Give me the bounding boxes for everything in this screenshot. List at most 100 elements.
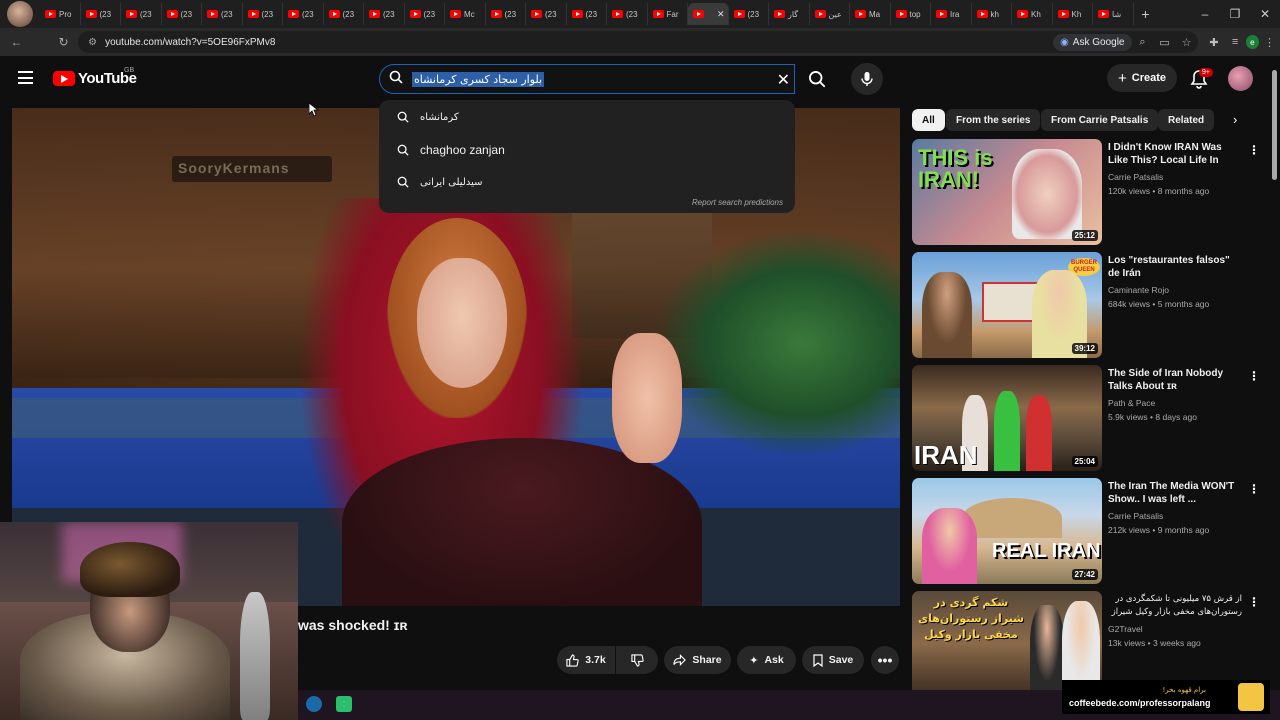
browser-tab[interactable]: Kh [1012, 3, 1053, 25]
chevron-right-icon[interactable]: › [1233, 112, 1237, 127]
site-info-icon[interactable]: ⚙ [88, 37, 97, 48]
floral-dress [342, 438, 702, 606]
browser-tab[interactable]: Pro [40, 3, 81, 25]
browser-tab[interactable]: ✕ [688, 3, 729, 25]
browser-tab[interactable]: Ma [850, 3, 891, 25]
related-video[interactable]: IRAN 25:04 The Side of Iran Nobody Talks… [912, 365, 1266, 471]
reload-icon[interactable]: ↻ [53, 35, 74, 49]
more-vertical-icon[interactable]: ⋮ [1248, 595, 1260, 609]
create-button[interactable]: + Create [1107, 64, 1177, 92]
hamburger-menu-icon[interactable] [18, 71, 33, 84]
search-button[interactable] [800, 64, 834, 94]
suggestion-item[interactable]: سیدلیلی ایرانی [379, 167, 795, 197]
close-window-button[interactable]: ✕ [1250, 7, 1280, 21]
bookmark-star-icon[interactable]: ☆ [1176, 36, 1198, 49]
browser-tab[interactable]: (23 [364, 3, 405, 25]
tab-label: Kh [1071, 9, 1082, 19]
browser-tab[interactable]: (23 [486, 3, 526, 25]
browser-tab[interactable]: (23 [162, 3, 202, 25]
raised-hand [612, 333, 682, 463]
browser-tab[interactable]: (23 [607, 3, 648, 25]
search-input[interactable]: بلوار سجاد کسری کرمانشاه [412, 71, 545, 87]
browser-tab[interactable]: Mc [445, 3, 486, 25]
browser-tab[interactable]: (23 [202, 3, 243, 25]
browser-tab[interactable]: (23 [405, 3, 445, 25]
tab-label: (23 [140, 9, 152, 19]
browser-tab[interactable]: (23 [121, 3, 162, 25]
minimize-button[interactable]: – [1190, 7, 1220, 21]
app-icon[interactable] [336, 696, 352, 712]
profile-button[interactable]: e [1245, 35, 1259, 49]
tab-label: عین [828, 9, 842, 19]
voice-search-button[interactable] [851, 63, 883, 95]
tab-label: گار [788, 9, 799, 19]
channel-name[interactable]: Carrie Patsalis [1108, 172, 1163, 182]
chip-related[interactable]: Related [1158, 109, 1215, 131]
browser-tab[interactable]: (23 [567, 3, 607, 25]
channel-name[interactable]: Caminante Rojo [1108, 285, 1169, 295]
new-tab-button[interactable]: + [1134, 6, 1158, 22]
more-vertical-icon[interactable]: ⋮ [1248, 143, 1260, 157]
scrollbar-thumb[interactable] [1272, 70, 1277, 180]
browser-tab[interactable]: Ira [931, 3, 972, 25]
video-thumbnail[interactable]: THIS is IRAN! 25:12 [912, 139, 1102, 245]
zoom-icon[interactable]: ⌕ [1132, 36, 1154, 49]
more-vertical-icon[interactable]: ⋮ [1248, 369, 1260, 383]
tab-label: (23 [626, 9, 638, 19]
related-video[interactable]: THIS is IRAN! 25:12 I Didn't Know IRAN W… [912, 139, 1266, 245]
like-button[interactable]: 3.7k [557, 646, 615, 674]
save-button[interactable]: Save [802, 646, 864, 674]
maximize-button[interactable]: ❐ [1220, 7, 1250, 21]
related-video[interactable]: BURGER QUEEN 39:12 Los "restaurantes fal… [912, 252, 1266, 358]
video-thumbnail[interactable]: BURGER QUEEN 39:12 [912, 252, 1102, 358]
browser-tab[interactable]: (23 [283, 3, 324, 25]
browser-tab[interactable]: Kh [1053, 3, 1093, 25]
video-thumbnail[interactable]: IRAN 25:04 [912, 365, 1102, 471]
back-button[interactable]: ← [6, 35, 27, 49]
tab-favicon-icon [45, 10, 56, 18]
extensions-icon[interactable]: ✚ [1204, 36, 1225, 49]
search-box[interactable]: بلوار سجاد کسری کرمانشاه ✕ [379, 64, 795, 94]
ask-button[interactable]: ✦ Ask [737, 646, 796, 674]
browser-tab[interactable]: Far [648, 3, 688, 25]
browser-tab[interactable]: عین [810, 3, 850, 25]
omnibox[interactable]: ⚙ youtube.com/watch?v=5OE96FxPMv8 ◉ Ask … [78, 31, 1198, 53]
url-text[interactable]: youtube.com/watch?v=5OE96FxPMv8 [105, 37, 275, 48]
ask-google-button[interactable]: ◉ Ask Google [1053, 33, 1132, 51]
browser-menu-icon[interactable]: ⋮ [1259, 36, 1280, 49]
tab-label: Kh [1031, 9, 1041, 19]
close-tab-icon[interactable]: ✕ [717, 9, 725, 20]
cast-icon[interactable]: ▭ [1154, 36, 1176, 49]
chip-from-carrie-patsalis[interactable]: From Carrie Patsalis [1041, 109, 1159, 131]
channel-name[interactable]: Carrie Patsalis [1108, 511, 1163, 521]
report-predictions-link[interactable]: Report search predictions [692, 198, 783, 207]
suggestion-item[interactable]: کرمانشاه [379, 102, 795, 132]
suggestion-item[interactable]: chaghoo zanjan [379, 135, 795, 165]
browser-tab[interactable]: (23 [243, 3, 283, 25]
related-video[interactable]: REAL IRAN 27:42 The Iran The Media WON'T… [912, 478, 1266, 584]
channel-name[interactable]: Path & Pace [1108, 398, 1155, 408]
browser-tab[interactable]: kh [972, 3, 1012, 25]
dislike-button[interactable] [616, 646, 658, 674]
more-actions-button[interactable]: ••• [871, 646, 899, 674]
browser-tab[interactable]: (23 [526, 3, 567, 25]
clear-search-icon[interactable]: ✕ [777, 70, 790, 90]
share-button[interactable]: Share [664, 646, 731, 674]
browser-tab[interactable]: (23 [324, 3, 364, 25]
chip-all[interactable]: All [912, 109, 945, 131]
profile-avatar[interactable] [0, 0, 40, 28]
browser-tab[interactable]: شا [1093, 3, 1134, 25]
account-avatar[interactable] [1228, 66, 1253, 91]
browser-tab[interactable]: گار [769, 3, 810, 25]
browser-tab[interactable]: (23 [81, 3, 121, 25]
create-label: Create [1131, 72, 1166, 84]
video-thumbnail[interactable]: REAL IRAN 27:42 [912, 478, 1102, 584]
steam-icon[interactable] [306, 696, 322, 712]
chip-from-the-series[interactable]: From the series [946, 109, 1041, 131]
reading-list-icon[interactable]: ≡ [1225, 36, 1246, 48]
more-vertical-icon[interactable]: ⋮ [1248, 482, 1260, 496]
search-icon [397, 111, 409, 123]
channel-name[interactable]: G2Travel [1108, 624, 1143, 634]
browser-tab[interactable]: (23 [729, 3, 769, 25]
browser-tab[interactable]: top [891, 3, 931, 25]
